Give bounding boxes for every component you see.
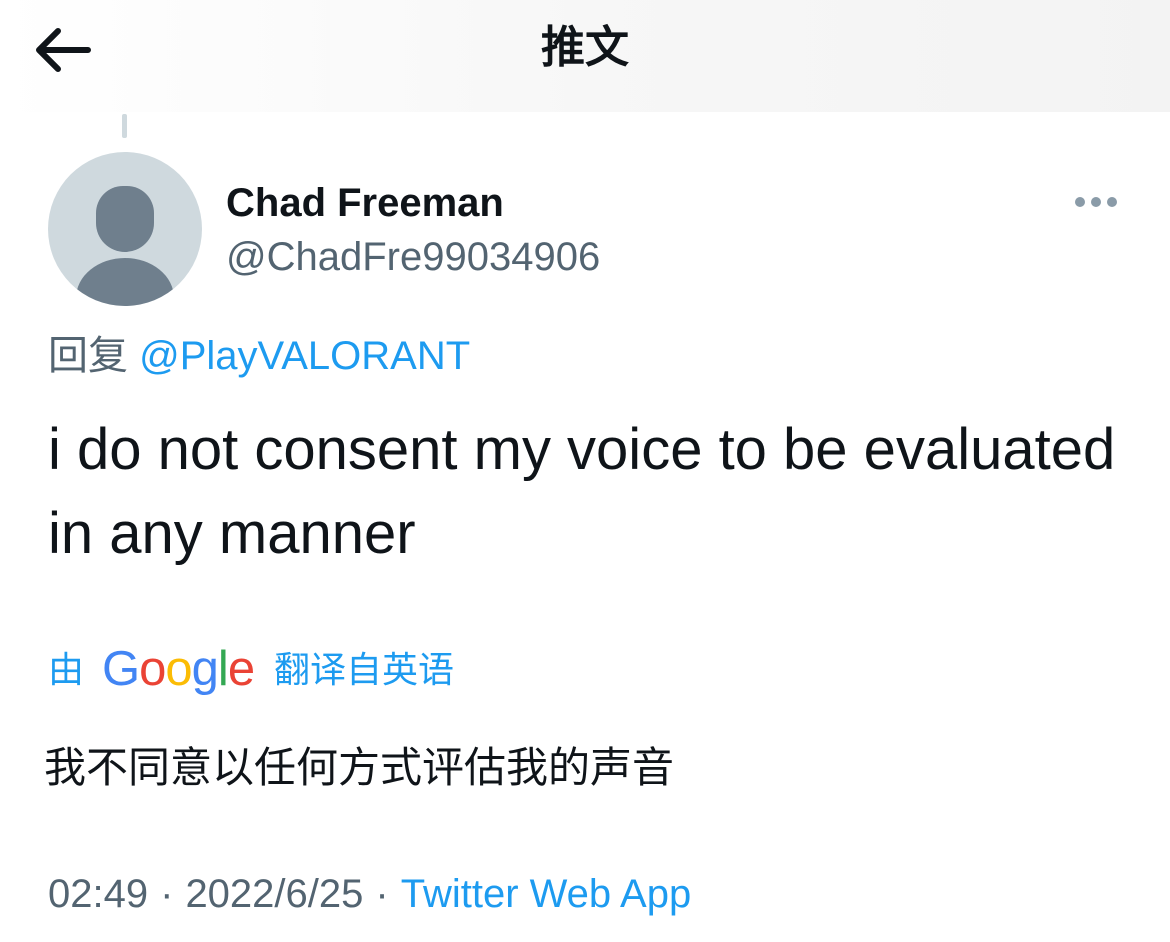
tweet-time[interactable]: 02:49 <box>48 872 148 916</box>
translation-attribution: 由 Google 翻译自英语 <box>48 640 454 700</box>
tweet-detail-page: 推文 Chad Freeman @ChadFre99034906 回复 @Pla… <box>0 0 1170 942</box>
separator-dot: · <box>160 872 174 916</box>
separator-dot: · <box>375 872 389 916</box>
default-avatar-icon <box>96 186 154 252</box>
tweet-text: i do not consent my voice to be evaluate… <box>48 417 1116 566</box>
translation-prefix: 由 <box>48 649 85 690</box>
more-dots-icon <box>1075 197 1117 207</box>
avatar[interactable] <box>48 152 202 306</box>
tweet-date[interactable]: 2022/6/25 <box>185 872 363 916</box>
reply-prefix: 回复 <box>48 334 128 378</box>
reply-mention-link[interactable]: @PlayVALORANT <box>139 334 470 378</box>
tweet-metadata: 02:49 · 2022/6/25 · Twitter Web App <box>48 864 691 924</box>
author-display-name[interactable]: Chad Freeman <box>226 178 504 228</box>
translated-tweet-text: 我不同意以任何方式评估我的声音 <box>44 744 675 791</box>
more-options-button[interactable] <box>1068 186 1124 218</box>
author-handle[interactable]: @ChadFre99034906 <box>226 232 600 282</box>
page-title: 推文 <box>541 23 629 72</box>
thread-connector <box>122 114 127 138</box>
tweet-source-link[interactable]: Twitter Web App <box>401 872 692 916</box>
top-bar: 推文 <box>0 0 1170 112</box>
reply-context: 回复 @PlayVALORANT <box>48 330 470 382</box>
translation-suffix-link[interactable]: 翻译自英语 <box>274 640 454 700</box>
google-logo: Google <box>102 640 256 700</box>
svg-text:Google: Google <box>102 642 254 696</box>
